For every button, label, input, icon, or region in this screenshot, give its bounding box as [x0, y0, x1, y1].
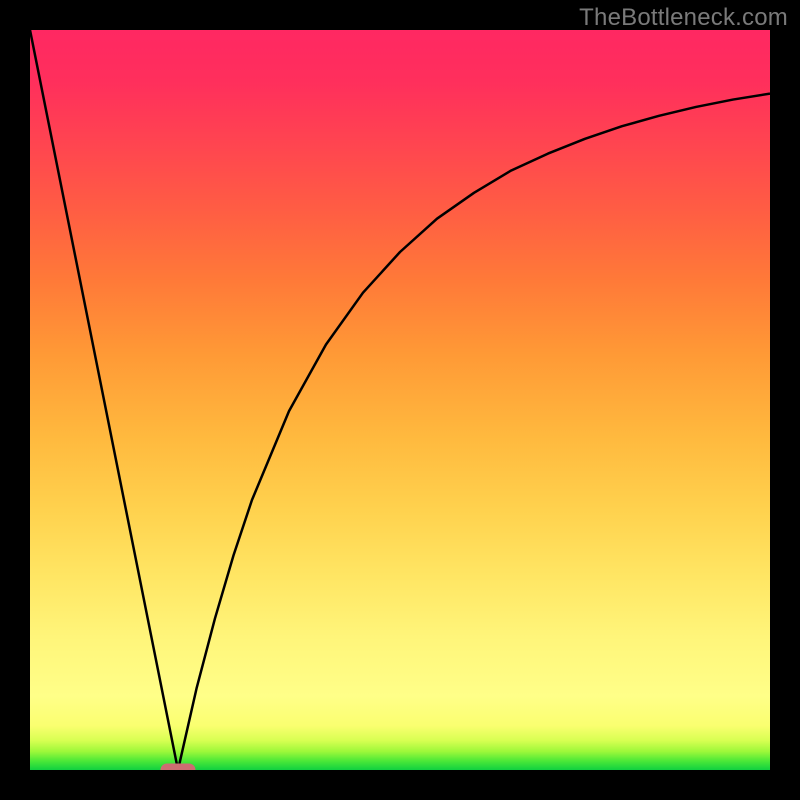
minimum-marker [161, 764, 196, 771]
chart-frame: TheBottleneck.com [0, 0, 800, 800]
curve-layer [30, 30, 770, 770]
watermark-text: TheBottleneck.com [579, 4, 788, 32]
plot-area [30, 30, 770, 770]
bottleneck-curve [30, 30, 770, 770]
